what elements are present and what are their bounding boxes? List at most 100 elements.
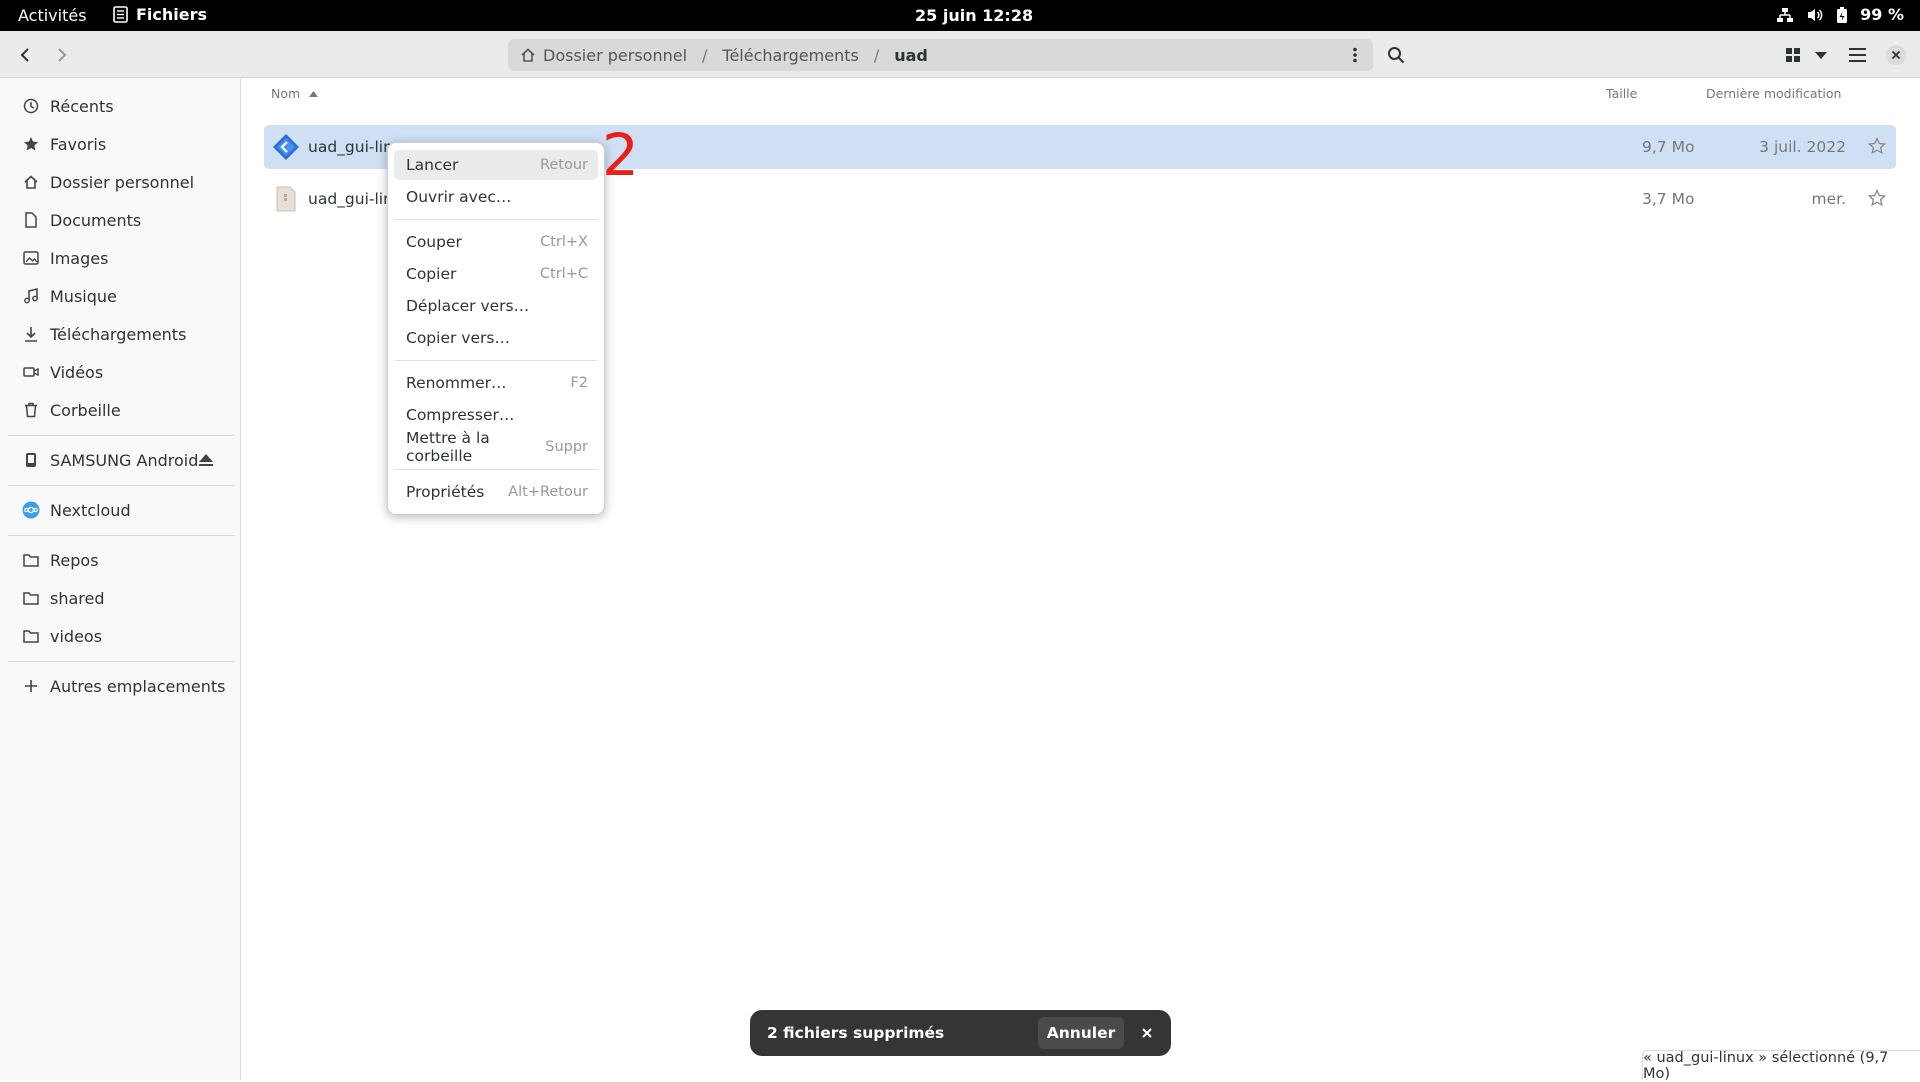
menu-item-move-to-trash[interactable]: Mettre à la corbeille Suppr (394, 429, 598, 465)
sidebar-item-label: Documents (50, 210, 142, 230)
sidebar-item-music[interactable]: Musique (0, 277, 240, 315)
clock-icon (22, 97, 40, 115)
menu-item-label: Copier (406, 265, 457, 283)
column-header-size[interactable]: Taille (1606, 86, 1637, 101)
star-icon[interactable] (1868, 189, 1886, 207)
menu-item-accelerator: Retour (539, 157, 588, 173)
sidebar-item-label: Dossier personnel (50, 172, 195, 192)
folder-icon (22, 627, 40, 645)
image-icon (22, 249, 40, 267)
clock[interactable]: 25 juin 12:28 (915, 6, 1033, 25)
vertical-dots-icon (1353, 47, 1357, 63)
menu-item-cut[interactable]: Couper Ctrl+X (394, 227, 598, 257)
menu-item-rename[interactable]: Renommer… F2 (394, 368, 598, 398)
sidebar-item-label: Nextcloud (50, 500, 131, 520)
breadcrumb-downloads[interactable]: Téléchargements (722, 46, 858, 65)
menu-item-label: Déplacer vers… (406, 297, 530, 315)
sidebar-item-nextcloud[interactable]: Nextcloud (0, 491, 240, 529)
download-icon (22, 325, 40, 343)
sidebar-item-shared[interactable]: shared (0, 579, 240, 617)
path-menu-button[interactable] (1343, 43, 1367, 67)
folder-icon (22, 589, 40, 607)
sidebar-item-documents[interactable]: Documents (0, 201, 240, 239)
sidebar-item-samsung-android[interactable]: SAMSUNG Android (0, 441, 240, 479)
main-menu-button[interactable] (1840, 39, 1874, 71)
search-icon (1388, 47, 1405, 64)
close-icon (1886, 45, 1906, 65)
breadcrumb-separator: / (873, 45, 880, 65)
sidebar-item-repos[interactable]: Repos (0, 541, 240, 579)
volume-icon (1808, 8, 1823, 21)
sort-ascending-icon (309, 90, 319, 97)
sidebar-item-recent[interactable]: Récents (0, 87, 240, 125)
sidebar-item-label: Téléchargements (50, 324, 187, 344)
plus-icon (22, 677, 40, 695)
home-icon (22, 173, 40, 191)
context-menu: Lancer Retour Ouvrir avec… Couper Ctrl+X… (387, 142, 605, 515)
menu-item-copy-to[interactable]: Copier vers… (394, 323, 598, 353)
annotation-number: 2 (602, 121, 639, 189)
file-modified: mer. (1811, 190, 1846, 208)
sidebar-item-home[interactable]: Dossier personnel (0, 163, 240, 201)
sidebar: Récents Favoris Dossier personnel Docume… (0, 78, 241, 1080)
home-icon (521, 48, 535, 62)
menu-separator (394, 219, 598, 220)
app-menu[interactable]: Fichiers (113, 5, 207, 24)
sidebar-separator (8, 435, 234, 436)
menu-item-compress[interactable]: Compresser… (394, 400, 598, 430)
undo-button[interactable]: Annuler (1038, 1017, 1124, 1049)
sidebar-item-trash[interactable]: Corbeille (0, 391, 240, 429)
close-icon (1142, 1028, 1152, 1038)
back-button[interactable] (8, 39, 42, 71)
view-options-button[interactable] (1804, 39, 1838, 71)
file-size: 9,7 Mo (1642, 138, 1695, 156)
sidebar-item-label: Favoris (50, 134, 107, 154)
hamburger-icon (1848, 48, 1866, 62)
menu-item-accelerator: Ctrl+X (540, 234, 588, 250)
nextcloud-icon (22, 501, 40, 519)
system-tray[interactable]: 99 % (1776, 5, 1904, 24)
sidebar-separator (8, 661, 234, 662)
activities-button[interactable]: Activités (18, 6, 87, 25)
executable-file-icon (273, 134, 299, 160)
close-window-button[interactable] (1879, 39, 1913, 71)
video-icon (22, 363, 40, 381)
phone-icon (22, 451, 40, 469)
breadcrumb-current[interactable]: uad (894, 46, 928, 65)
eject-icon[interactable] (198, 452, 214, 471)
archive-file-icon (276, 186, 296, 212)
menu-item-properties[interactable]: Propriétés Alt+Retour (394, 477, 598, 507)
sidebar-item-label: shared (50, 588, 105, 608)
path-bar[interactable]: Dossier personnel / Téléchargements / ua… (508, 39, 1373, 71)
forward-button[interactable] (45, 39, 79, 71)
menu-item-copy[interactable]: Copier Ctrl+C (394, 259, 598, 289)
search-button[interactable] (1379, 39, 1413, 71)
menu-item-accelerator: Alt+Retour (508, 484, 588, 500)
menu-item-label: Compresser… (406, 406, 515, 424)
breadcrumb-home[interactable]: Dossier personnel (520, 46, 687, 65)
column-header-name[interactable]: Nom (271, 86, 319, 101)
sidebar-item-starred[interactable]: Favoris (0, 125, 240, 163)
battery-icon (1837, 6, 1848, 23)
column-header-modified[interactable]: Dernière modification (1706, 86, 1841, 101)
top-bar: Activités Fichiers 25 juin 12:28 99 % (0, 0, 1920, 31)
sidebar-item-images[interactable]: Images (0, 239, 240, 277)
menu-item-accelerator: Suppr (545, 439, 588, 455)
sidebar-separator (8, 485, 234, 486)
sidebar-item-videos-bookmark[interactable]: videos (0, 617, 240, 655)
document-icon (22, 211, 40, 229)
file-modified: 3 juil. 2022 (1759, 138, 1846, 156)
column-header-label: Nom (271, 86, 301, 101)
sidebar-item-other-locations[interactable]: Autres emplacements (0, 667, 240, 705)
sidebar-item-label: Repos (50, 550, 99, 570)
sidebar-item-videos[interactable]: Vidéos (0, 353, 240, 391)
sidebar-item-label: Corbeille (50, 400, 121, 420)
menu-item-move-to[interactable]: Déplacer vers… (394, 291, 598, 321)
battery-percentage: 99 % (1860, 5, 1904, 24)
star-icon[interactable] (1868, 137, 1886, 155)
sidebar-item-label: SAMSUNG Android (50, 450, 199, 470)
menu-item-open-with[interactable]: Ouvrir avec… (394, 182, 598, 212)
toast-close-button[interactable] (1137, 1023, 1157, 1043)
menu-item-launch[interactable]: Lancer Retour (394, 150, 598, 180)
sidebar-item-downloads[interactable]: Téléchargements (0, 315, 240, 353)
